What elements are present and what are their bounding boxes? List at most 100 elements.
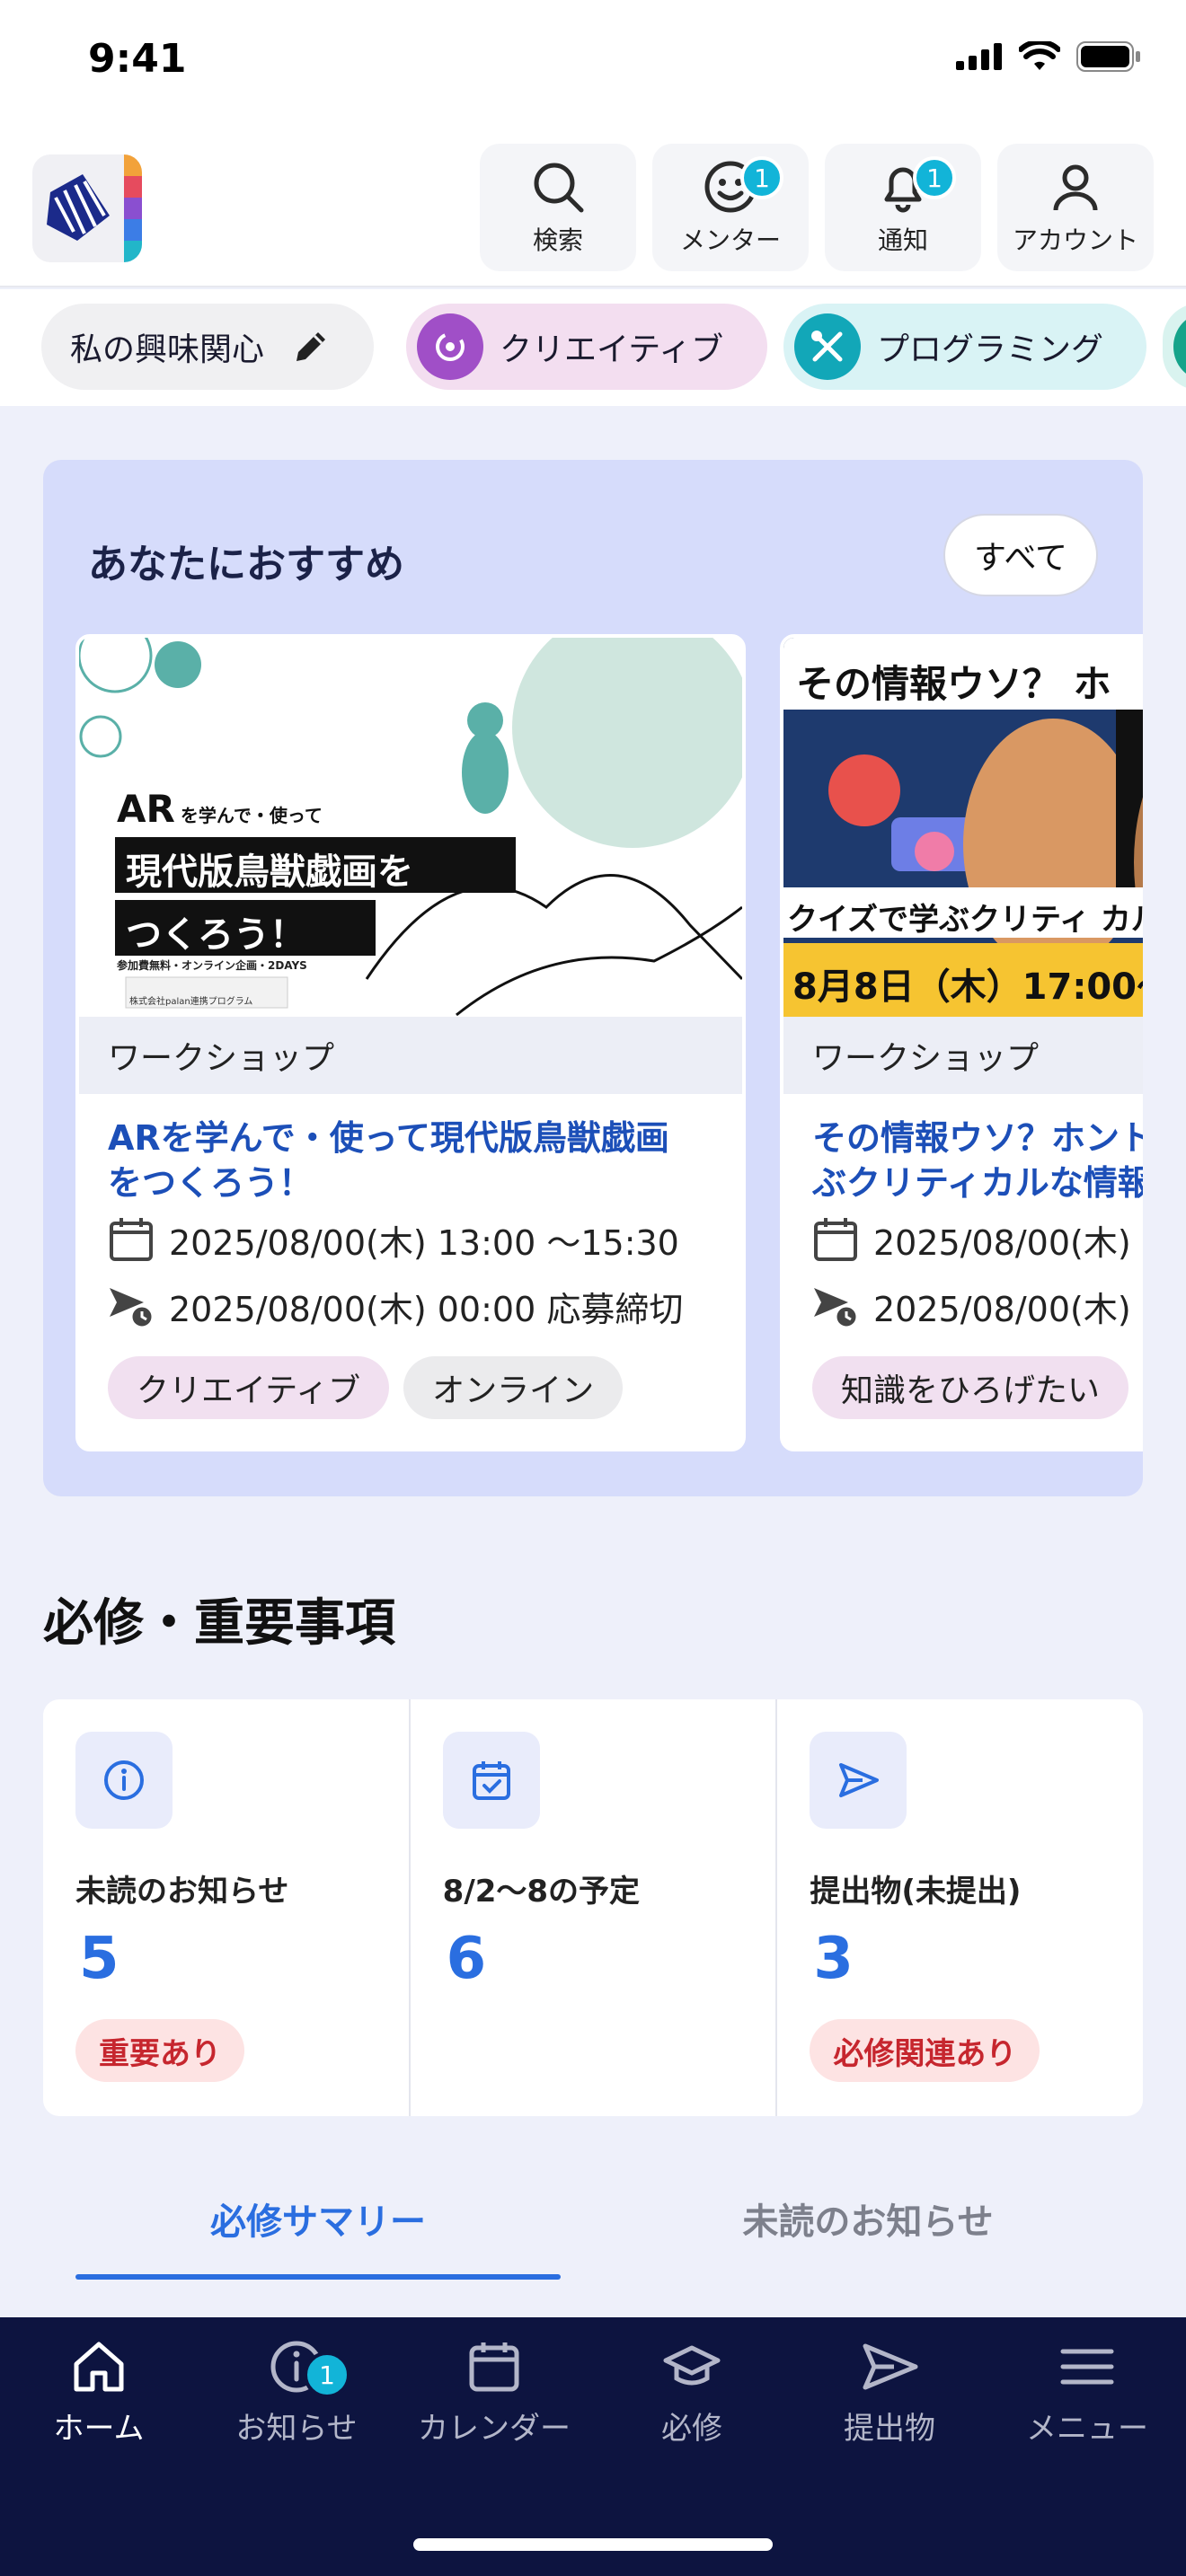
- nav-label: ホーム: [53, 2411, 145, 2447]
- header-search-button[interactable]: 検索: [480, 144, 636, 271]
- banner-org-text: 株式会社palan連携プログラム: [129, 997, 253, 1007]
- banner-ar-sub: を学んで・使って: [180, 805, 323, 826]
- event-tag: クリエイティブ: [108, 1356, 390, 1419]
- summary-tabs: 必修サマリー 未読のお知らせ: [43, 2174, 1143, 2281]
- event-card-date-row: 2025/08/00(木) 17:0: [812, 1213, 1143, 1266]
- home-icon: [74, 2342, 124, 2392]
- event-card[interactable]: その情報ウソ？ ホ クイズで学ぶクリティ カル 8月8日（木）17:00〜1 ワ…: [780, 634, 1143, 1451]
- nav-label: カレンダー: [418, 2411, 571, 2447]
- interest-chip-programming[interactable]: プログラミング: [783, 304, 1146, 390]
- bottom-navigation: ホーム お知らせ 1 カレンダー 必修 提出物 メニュー: [0, 2317, 1186, 2576]
- nav-notices[interactable]: お知らせ 1: [198, 2335, 395, 2488]
- header-search-label: 検索: [532, 225, 583, 255]
- summary-label: 未読のお知らせ: [75, 1874, 289, 1910]
- event-card[interactable]: AR を学んで・使って 現代版鳥獣戯画を つくろう！ 参加費無料・オンライン企画…: [75, 634, 746, 1451]
- home-indicator: [413, 2538, 773, 2551]
- app-logo[interactable]: [32, 154, 142, 262]
- nav-calendar[interactable]: カレンダー: [395, 2335, 593, 2488]
- nav-menu[interactable]: メニュー: [988, 2335, 1186, 2488]
- event-card-category: ワークショップ: [79, 1017, 742, 1094]
- status-icons: [956, 41, 1141, 72]
- interest-chip-more[interactable]: [1163, 304, 1186, 390]
- event-card-date: 2025/08/00(木) 13:00 〜15:30: [169, 1222, 679, 1263]
- event-card-deadline-row: 2025/08/00(木) 00:00 応募締切: [108, 1279, 683, 1333]
- event-card-image: AR を学んで・使って 現代版鳥獣戯画を つくろう！ 参加費無料・オンライン企画…: [79, 638, 742, 1017]
- header-account-button[interactable]: アカウント: [997, 144, 1154, 271]
- interest-chip-programming-label: プログラミング: [877, 331, 1104, 368]
- search-icon: [534, 163, 584, 213]
- header-mentor-label: メンター: [679, 225, 781, 255]
- logo-mark-icon: [47, 174, 110, 241]
- creative-icon: [417, 313, 483, 380]
- event-card-tags: 知識をひろげたい: [812, 1356, 1143, 1419]
- status-time: 9:41: [88, 36, 187, 82]
- tab-unread-notices[interactable]: 未読のお知らせ: [593, 2174, 1143, 2263]
- event-card-image: その情報ウソ？ ホ クイズで学ぶクリティ カル 8月8日（木）17:00〜1: [783, 638, 1143, 1017]
- event-tag: オンライン: [403, 1356, 624, 1419]
- interest-chip-creative[interactable]: クリエイティブ: [406, 304, 767, 390]
- event-card-deadline: 2025/08/00(木) 15:0: [873, 1289, 1143, 1329]
- app-header: 検索 メンター 1 通知 1 アカウント: [0, 135, 1186, 287]
- send-icon: [863, 2343, 918, 2390]
- tab-required-summary[interactable]: 必修サマリー: [75, 2174, 561, 2263]
- summary-count: 6: [446, 1926, 487, 1992]
- summary-count: 3: [813, 1926, 854, 1992]
- nav-required[interactable]: 必修: [593, 2335, 791, 2488]
- event-card-tags: クリエイティブ オンライン: [108, 1356, 624, 1419]
- event-card-category: ワークショップ: [783, 1017, 1143, 1094]
- person-icon: [1053, 164, 1098, 211]
- mentor-badge: 1: [740, 156, 783, 199]
- send-clock-icon: [814, 1288, 859, 1329]
- send-clock-icon: [110, 1288, 155, 1329]
- banner-ar-text: AR: [117, 787, 175, 831]
- info-icon: [75, 1732, 173, 1829]
- nav-notices-badge: 1: [304, 2351, 350, 2398]
- nav-submissions[interactable]: 提出物: [791, 2335, 988, 2488]
- event-card-date: 2025/08/00(木) 17:0: [873, 1222, 1143, 1263]
- banner2-headline: その情報ウソ？ ホ: [796, 662, 1111, 706]
- tools-icon: [794, 313, 861, 380]
- header-account-label: アカウント: [1012, 225, 1138, 255]
- see-all-button[interactable]: すべて: [943, 514, 1098, 596]
- calendar-icon: [469, 2342, 519, 2392]
- my-interest-label: 私の興味関心: [70, 331, 265, 368]
- event-card-title[interactable]: その情報ウソ？ホント？ ぶクリティカルな情報の: [812, 1116, 1143, 1205]
- header-mentor-button[interactable]: メンター 1: [652, 144, 809, 271]
- recommendation-title: あなたにおすすめ: [88, 542, 404, 587]
- nav-label: メニュー: [1026, 2411, 1148, 2447]
- notification-badge: 1: [913, 156, 956, 199]
- banner-line2: つくろう！: [126, 914, 305, 956]
- banner-small-text: 参加費無料・オンライン企画・2DAYS: [117, 959, 307, 972]
- header-notification-button[interactable]: 通知 1: [825, 144, 981, 271]
- pencil-icon: [296, 332, 326, 361]
- nav-label: 提出物: [844, 2411, 935, 2447]
- event-card-deadline-row: 2025/08/00(木) 15:0: [812, 1279, 1143, 1333]
- important-section-title: 必修・重要事項: [43, 1594, 395, 1653]
- graduation-cap-icon: [663, 2345, 721, 2386]
- summary-alert-badge: 重要あり: [75, 2019, 244, 2082]
- summary-unread-notices[interactable]: 未読のお知らせ 5 重要あり: [43, 1699, 411, 2116]
- recommendation-panel: あなたにおすすめ すべて AR を学んで・使って 現代版鳥獣戯画を つくろう！ …: [43, 460, 1143, 1496]
- wifi-icon: [1019, 41, 1060, 70]
- important-summary: 未読のお知らせ 5 重要あり 8/2〜8の予定 6 提出物(未提出) 3 必修関…: [43, 1699, 1143, 2116]
- menu-icon: [1060, 2349, 1114, 2385]
- event-card-deadline: 2025/08/00(木) 00:00 応募締切: [169, 1289, 684, 1329]
- summary-schedule[interactable]: 8/2〜8の予定 6: [411, 1699, 778, 2116]
- event-card-title[interactable]: ARを学んで・使って現代版鳥獣戯画 をつくろう！: [108, 1116, 719, 1205]
- my-interest-chip[interactable]: 私の興味関心: [41, 304, 374, 390]
- nav-home[interactable]: ホーム: [0, 2335, 198, 2488]
- summary-submissions[interactable]: 提出物(未提出) 3 必修関連あり: [777, 1699, 1143, 2116]
- interest-chip-more-icon: [1173, 313, 1186, 380]
- summary-alert-badge: 必修関連あり: [810, 2019, 1040, 2082]
- calendar-check-icon: [442, 1732, 540, 1829]
- signal-icon: [956, 43, 1002, 70]
- summary-count: 5: [79, 1926, 119, 1992]
- send-icon: [810, 1732, 907, 1829]
- tab-active-indicator: [75, 2274, 561, 2280]
- banner2-date: 8月8日（木）17:00〜1: [792, 966, 1143, 1008]
- event-tag: 知識をひろげたい: [812, 1356, 1129, 1419]
- event-card-date-row: 2025/08/00(木) 13:00 〜15:30: [108, 1213, 679, 1266]
- interest-chips-row: 私の興味関心 クリエイティブ プログラミング: [0, 289, 1186, 406]
- summary-label: 8/2〜8の予定: [442, 1874, 641, 1910]
- nav-label: お知らせ: [235, 2411, 358, 2447]
